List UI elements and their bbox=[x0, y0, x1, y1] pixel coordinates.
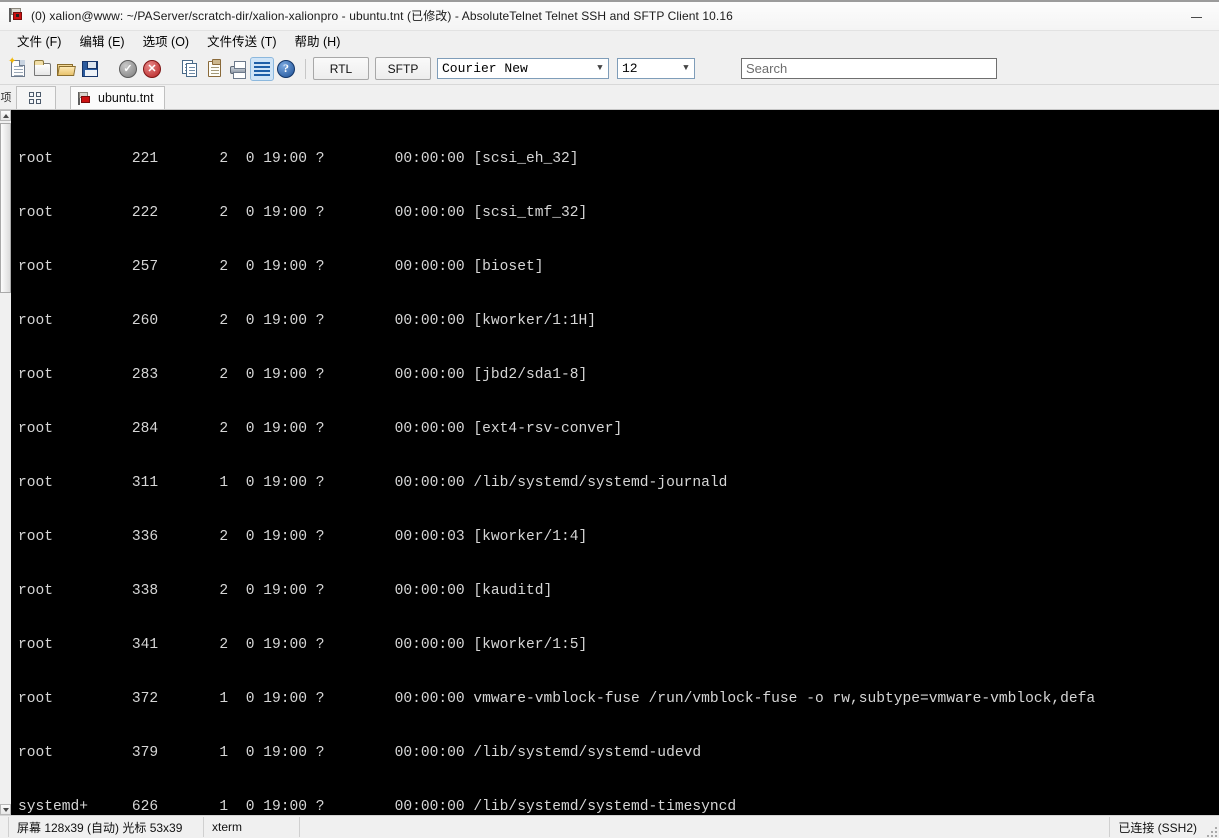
connect-icon[interactable]: ✓ bbox=[117, 58, 139, 80]
terminal-screen[interactable]: root 221 2 0 19:00 ? 00:00:00 [scsi_eh_3… bbox=[12, 110, 1219, 815]
absolutetelnet-window: (0) xalion@www: ~/PAServer/scratch-dir/x… bbox=[0, 0, 1219, 838]
disconnect-icon[interactable]: ✕ bbox=[141, 58, 163, 80]
open-folder-icon[interactable] bbox=[55, 58, 77, 80]
menu-edit[interactable]: 编辑 (E) bbox=[70, 32, 133, 53]
terminal-line: root 372 1 0 19:00 ? 00:00:00 vmware-vmb… bbox=[18, 691, 1096, 707]
terminal-line: root 222 2 0 19:00 ? 00:00:00 [scsi_tmf_… bbox=[18, 205, 588, 221]
terminal-line: root 283 2 0 19:00 ? 00:00:00 [jbd2/sda1… bbox=[18, 367, 588, 383]
font-size-select[interactable]: 12 ▼ bbox=[617, 58, 695, 79]
session-side-label: 项 bbox=[0, 92, 12, 104]
print-icon[interactable] bbox=[227, 58, 249, 80]
chevron-down-icon: ▼ bbox=[683, 63, 689, 73]
menu-file[interactable]: 文件 (F) bbox=[8, 32, 70, 53]
toolbar: ✦ ✓ ✕ ? RTL SFTP Courier New ▼ 12 ▼ Sear… bbox=[0, 53, 1219, 85]
new-window-icon[interactable] bbox=[31, 58, 53, 80]
menu-help[interactable]: 帮助 (H) bbox=[286, 32, 350, 53]
menu-file-transfer[interactable]: 文件传送 (T) bbox=[198, 32, 285, 53]
status-filler bbox=[300, 817, 1109, 837]
title-bar: (0) xalion@www: ~/PAServer/scratch-dir/x… bbox=[0, 0, 1219, 31]
window-top-border bbox=[0, 0, 1219, 2]
terminal-area: root 221 2 0 19:00 ? 00:00:00 [scsi_eh_3… bbox=[0, 110, 1219, 815]
minimize-button[interactable] bbox=[1174, 0, 1219, 30]
menu-options[interactable]: 选项 (O) bbox=[134, 32, 199, 53]
rtl-button[interactable]: RTL bbox=[313, 57, 369, 80]
window-title: (0) xalion@www: ~/PAServer/scratch-dir/x… bbox=[31, 8, 733, 23]
grid-icon bbox=[29, 91, 43, 105]
terminal-line: root 260 2 0 19:00 ? 00:00:00 [kworker/1… bbox=[18, 313, 597, 329]
terminal-line: root 284 2 0 19:00 ? 00:00:00 [ext4-rsv-… bbox=[18, 421, 623, 437]
scrollbar-thumb[interactable] bbox=[0, 123, 11, 293]
status-bar: 屏幕 128x39 (自动) 光标 53x39 xterm 已连接 (SSH2) bbox=[0, 815, 1219, 838]
terminal-scrollbar[interactable] bbox=[0, 110, 12, 815]
toolbar-separator-1 bbox=[305, 58, 306, 79]
app-flag-icon bbox=[8, 7, 24, 23]
tab-label: ubuntu.tnt bbox=[98, 91, 154, 105]
terminal-line: root 338 2 0 19:00 ? 00:00:00 [kauditd] bbox=[18, 583, 553, 599]
terminal-line: root 379 1 0 19:00 ? 00:00:00 /lib/syste… bbox=[18, 745, 702, 761]
tab-bar: 项 ubuntu.tnt bbox=[0, 85, 1219, 110]
window-controls bbox=[1174, 0, 1219, 30]
text-lines-icon[interactable] bbox=[250, 56, 274, 81]
scroll-down-button[interactable] bbox=[0, 804, 11, 815]
tab-flag-icon bbox=[77, 91, 92, 106]
help-icon[interactable]: ? bbox=[275, 58, 297, 80]
terminal-line: root 221 2 0 19:00 ? 00:00:00 [scsi_eh_3… bbox=[18, 151, 579, 167]
terminal-line: root 341 2 0 19:00 ? 00:00:00 [kworker/1… bbox=[18, 637, 588, 653]
chevron-down-icon: ▼ bbox=[597, 63, 603, 73]
font-family-select[interactable]: Courier New ▼ bbox=[437, 58, 609, 79]
font-size-value: 12 bbox=[622, 61, 638, 76]
save-icon[interactable] bbox=[79, 58, 101, 80]
copy-icon[interactable] bbox=[179, 58, 201, 80]
tab-ubuntu-tnt[interactable]: ubuntu.tnt bbox=[70, 86, 165, 109]
terminal-line: root 311 1 0 19:00 ? 00:00:00 /lib/syste… bbox=[18, 475, 728, 491]
terminal-line: root 336 2 0 19:00 ? 00:00:03 [kworker/1… bbox=[18, 529, 588, 545]
new-document-icon[interactable]: ✦ bbox=[7, 55, 29, 80]
terminal-line: systemd+ 626 1 0 19:00 ? 00:00:00 /lib/s… bbox=[18, 799, 737, 815]
sftp-button[interactable]: SFTP bbox=[375, 57, 431, 80]
sparkle-decor: ✦ bbox=[8, 55, 17, 67]
screen-info: 屏幕 128x39 (自动) 光标 53x39 bbox=[8, 817, 204, 837]
font-family-value: Courier New bbox=[442, 61, 528, 76]
tab-grid-view[interactable] bbox=[16, 86, 56, 109]
paste-icon[interactable] bbox=[203, 58, 225, 80]
terminal-line: root 257 2 0 19:00 ? 00:00:00 [bioset] bbox=[18, 259, 544, 275]
terminal-type: xterm bbox=[204, 817, 300, 837]
resize-grip[interactable] bbox=[1203, 823, 1217, 837]
search-input[interactable] bbox=[741, 58, 997, 79]
minimize-icon bbox=[1191, 17, 1202, 18]
scroll-up-button[interactable] bbox=[0, 110, 11, 121]
menu-bar: 文件 (F) 编辑 (E) 选项 (O) 文件传送 (T) 帮助 (H) bbox=[0, 31, 1219, 53]
